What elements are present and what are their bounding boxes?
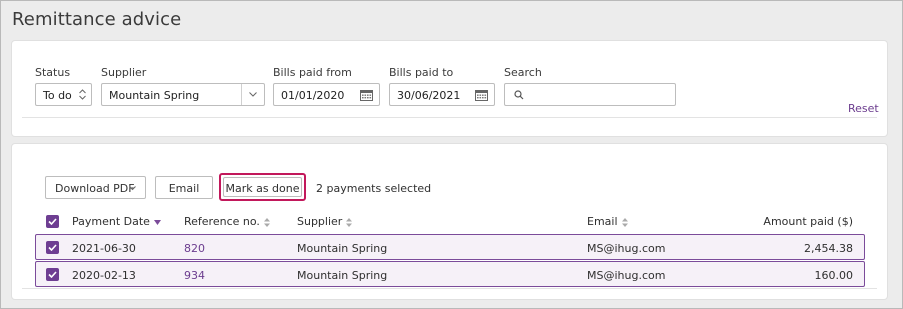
- mark-as-done-inner: Mark as done: [223, 177, 302, 197]
- chevron-down-icon: [249, 92, 257, 97]
- updown-icon: [78, 87, 87, 102]
- column-header-supplier[interactable]: Supplier: [297, 215, 353, 228]
- supplier-dropdown-button[interactable]: [241, 84, 264, 105]
- calendar-icon[interactable]: [360, 89, 373, 101]
- download-pdf-button[interactable]: Download PDF: [45, 176, 146, 199]
- supplier-value: Mountain Spring: [109, 89, 200, 102]
- mark-as-done-button[interactable]: Mark as done: [219, 173, 306, 201]
- email-button[interactable]: Email: [155, 176, 213, 199]
- supplier-cell: Mountain Spring: [297, 269, 388, 282]
- filters-panel: Status To do Supplier Mountain Spring Bi…: [12, 41, 887, 136]
- filters-row: Status To do Supplier Mountain Spring Bi…: [22, 51, 879, 118]
- checkmark-icon: [48, 271, 57, 278]
- search-icon: [514, 90, 524, 103]
- payment-date-cell: 2021-06-30: [72, 242, 136, 255]
- column-header-amount[interactable]: Amount paid ($): [763, 215, 853, 228]
- mark-as-done-label: Mark as done: [225, 182, 300, 195]
- column-header-reference[interactable]: Reference no.: [184, 215, 270, 228]
- reset-link[interactable]: Reset: [848, 102, 879, 115]
- payment-date-cell: 2020-02-13: [72, 269, 136, 282]
- reference-link[interactable]: 934: [184, 269, 205, 282]
- column-label: Supplier: [297, 215, 343, 228]
- email-cell: MS@ihug.com: [587, 269, 666, 282]
- column-label: Email: [587, 215, 618, 228]
- status-select[interactable]: To do: [35, 83, 92, 106]
- bills-to-label: Bills paid to: [389, 66, 454, 79]
- row-checkbox[interactable]: [46, 241, 59, 254]
- checkmark-icon: [48, 218, 57, 225]
- amount-cell: 160.00: [814, 269, 854, 282]
- search-input[interactable]: [504, 83, 676, 106]
- sort-icon: [263, 217, 270, 227]
- checkmark-icon: [48, 244, 57, 251]
- supplier-label: Supplier: [101, 66, 147, 79]
- download-pdf-label: Download PDF: [55, 182, 135, 195]
- bills-from-value: 01/01/2020: [281, 89, 345, 102]
- page-title: Remittance advice: [12, 9, 182, 30]
- bills-to-date-input[interactable]: 30/06/2021: [389, 83, 495, 106]
- select-all-checkbox[interactable]: [46, 215, 59, 228]
- bills-from-date-input[interactable]: 01/01/2020: [273, 83, 380, 106]
- bills-to-value: 30/06/2021: [397, 89, 461, 102]
- results-panel: Download PDF Email Mark as done 2 paymen…: [12, 144, 887, 299]
- bills-from-label: Bills paid from: [273, 66, 352, 79]
- search-label: Search: [504, 66, 542, 79]
- results-area: Download PDF Email Mark as done 2 paymen…: [22, 154, 877, 289]
- selected-count: 2 payments selected: [316, 182, 432, 195]
- sort-icon: [621, 217, 628, 227]
- column-header-email[interactable]: Email: [587, 215, 628, 228]
- chevron-down-icon: [129, 186, 136, 191]
- status-value: To do: [43, 89, 72, 102]
- column-label: Payment Date: [72, 215, 150, 228]
- email-cell: MS@ihug.com: [587, 242, 666, 255]
- supplier-cell: Mountain Spring: [297, 242, 388, 255]
- column-header-payment-date[interactable]: Payment Date: [72, 215, 161, 228]
- table-row[interactable]: 2020-02-13 934 Mountain Spring MS@ihug.c…: [35, 261, 865, 287]
- column-label: Reference no.: [184, 215, 260, 228]
- amount-cell: 2,454.38: [804, 242, 853, 255]
- reference-link[interactable]: 820: [184, 242, 205, 255]
- sort-icon: [346, 217, 353, 227]
- email-button-label: Email: [168, 182, 200, 195]
- calendar-icon[interactable]: [475, 89, 488, 101]
- row-checkbox[interactable]: [46, 268, 59, 281]
- supplier-combobox[interactable]: Mountain Spring: [101, 83, 265, 106]
- status-label: Status: [35, 66, 71, 79]
- table-row[interactable]: 2021-06-30 820 Mountain Spring MS@ihug.c…: [35, 234, 865, 260]
- sort-desc-icon: [153, 219, 161, 225]
